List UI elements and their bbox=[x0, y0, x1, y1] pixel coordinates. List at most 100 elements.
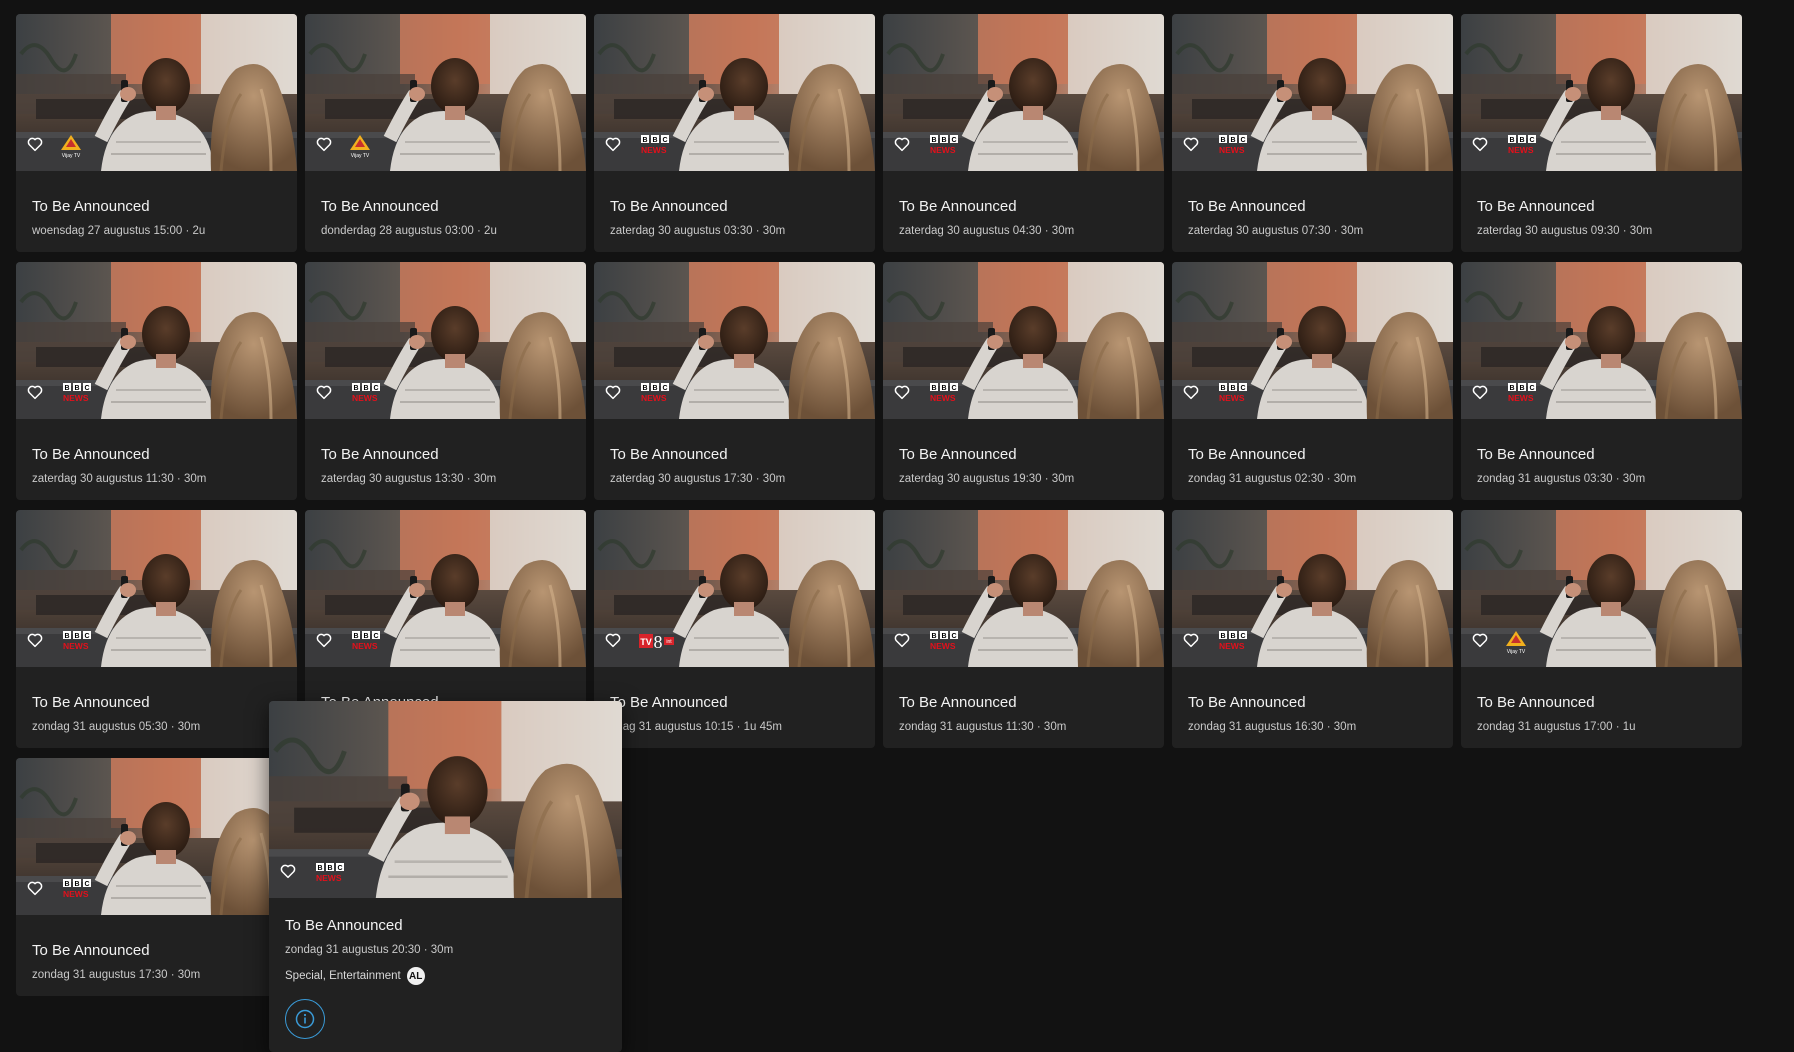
program-thumbnail: B B C NEWS bbox=[1461, 14, 1742, 171]
favorite-heart-icon[interactable] bbox=[604, 631, 622, 649]
program-datetime: zondag 31 augustus 17:30 · 30m bbox=[32, 969, 201, 981]
living-room-photo bbox=[1461, 262, 1742, 419]
bbc-news-logo: B B C NEWS bbox=[316, 863, 344, 883]
favorite-heart-icon[interactable] bbox=[279, 862, 297, 880]
program-datetime: zaterdag 30 augustus 03:30 · 30m bbox=[610, 225, 786, 237]
favorite-heart-icon[interactable] bbox=[604, 135, 622, 153]
program-thumbnail: B B C NEWS bbox=[883, 14, 1164, 171]
svg-text:NEWS: NEWS bbox=[1508, 393, 1534, 403]
living-room-photo bbox=[16, 14, 297, 171]
program-card[interactable]: B B C NEWS To Be Announced zondag 31 aug… bbox=[1172, 262, 1453, 500]
svg-text:Vijay TV: Vijay TV bbox=[351, 153, 370, 159]
favorite-heart-icon[interactable] bbox=[1182, 135, 1200, 153]
program-thumbnail: B B C NEWS bbox=[883, 262, 1164, 419]
program-card[interactable]: Vijay TV To Be Announced woensdag 27 aug… bbox=[16, 14, 297, 252]
bbc-news-logo: B B C NEWS bbox=[1508, 383, 1536, 403]
program-datetime: zondag 31 augustus 17:00 · 1u bbox=[1477, 721, 1636, 733]
favorite-heart-icon[interactable] bbox=[893, 135, 911, 153]
svg-text:NEWS: NEWS bbox=[930, 393, 956, 403]
program-card[interactable]: B B C NEWS To Be Announced zaterdag 30 a… bbox=[594, 262, 875, 500]
favorite-heart-icon[interactable] bbox=[315, 135, 333, 153]
program-card[interactable]: B B C NEWS To Be Announced zaterdag 30 a… bbox=[305, 262, 586, 500]
program-card[interactable]: TV 8 int To Be Announced ndag 31 augustu… bbox=[594, 510, 875, 748]
program-thumbnail: B B C NEWS bbox=[1172, 14, 1453, 171]
svg-text:NEWS: NEWS bbox=[930, 145, 956, 155]
program-card[interactable]: B B C NEWS To Be Announced zondag 31 aug… bbox=[16, 758, 297, 996]
favorite-heart-icon[interactable] bbox=[604, 383, 622, 401]
program-datetime: zaterdag 30 augustus 13:30 · 30m bbox=[321, 473, 497, 485]
vijay-tv-logo: Vijay TV bbox=[61, 135, 81, 159]
program-card[interactable]: B B C NEWS To Be Announced zondag 31 aug… bbox=[1461, 262, 1742, 500]
favorite-heart-icon[interactable] bbox=[26, 383, 44, 401]
program-datetime: zaterdag 30 augustus 07:30 · 30m bbox=[1188, 225, 1364, 237]
program-title: To Be Announced bbox=[1188, 446, 1306, 463]
svg-text:NEWS: NEWS bbox=[1219, 393, 1245, 403]
program-card[interactable]: B B C NEWS To Be Announced zaterdag 30 a… bbox=[883, 14, 1164, 252]
svg-text:int: int bbox=[666, 639, 672, 645]
favorite-heart-icon[interactable] bbox=[26, 879, 44, 897]
program-card[interactable]: B B C NEWS To Be Announced zondag 31 aug… bbox=[16, 510, 297, 748]
program-card[interactable]: B B C NEWS To Be Announced zondag 31 aug… bbox=[1172, 510, 1453, 748]
bbc-news-logo: B B C NEWS bbox=[930, 383, 958, 403]
favorite-heart-icon[interactable] bbox=[1182, 383, 1200, 401]
svg-text:NEWS: NEWS bbox=[316, 873, 342, 883]
svg-text:B: B bbox=[652, 137, 657, 144]
favorite-heart-icon[interactable] bbox=[26, 135, 44, 153]
favorite-heart-icon[interactable] bbox=[893, 631, 911, 649]
favorite-heart-icon[interactable] bbox=[1471, 631, 1489, 649]
program-card[interactable]: B B C NEWS To Be Announced zaterdag 30 a… bbox=[594, 14, 875, 252]
svg-text:B: B bbox=[1519, 385, 1524, 392]
program-thumbnail: B B C NEWS bbox=[883, 510, 1164, 667]
favorite-heart-icon[interactable] bbox=[26, 631, 44, 649]
program-title: To Be Announced bbox=[1188, 694, 1306, 711]
program-title: To Be Announced bbox=[610, 446, 728, 463]
svg-text:Vijay TV: Vijay TV bbox=[62, 153, 81, 159]
svg-text:NEWS: NEWS bbox=[352, 641, 378, 651]
svg-text:NEWS: NEWS bbox=[1219, 145, 1245, 155]
program-thumbnail: Vijay TV bbox=[1461, 510, 1742, 667]
program-card[interactable]: B B C NEWS To Be Announced zaterdag 30 a… bbox=[1461, 14, 1742, 252]
favorite-heart-icon[interactable] bbox=[1182, 631, 1200, 649]
program-genres: Special, Entertainment AL bbox=[285, 967, 425, 985]
bbc-news-logo: B B C NEWS bbox=[352, 383, 380, 403]
svg-text:8: 8 bbox=[654, 632, 663, 652]
program-title: To Be Announced bbox=[1188, 198, 1306, 215]
program-datetime: zaterdag 30 augustus 11:30 · 30m bbox=[32, 473, 207, 485]
living-room-photo bbox=[883, 510, 1164, 667]
program-datetime: zaterdag 30 augustus 17:30 · 30m bbox=[610, 473, 786, 485]
program-datetime: zondag 31 augustus 20:30 · 30m bbox=[285, 944, 454, 956]
svg-text:B: B bbox=[353, 633, 358, 640]
svg-text:B: B bbox=[64, 385, 69, 392]
program-title: To Be Announced bbox=[32, 942, 150, 959]
favorite-heart-icon[interactable] bbox=[893, 383, 911, 401]
program-card[interactable]: B B C NEWS To Be Announced zaterdag 30 a… bbox=[1172, 14, 1453, 252]
favorite-heart-icon[interactable] bbox=[315, 631, 333, 649]
hover-program-card[interactable]: B B C NEWS To Be Announced zondag 31 aug… bbox=[269, 701, 622, 1052]
favorite-heart-icon[interactable] bbox=[1471, 383, 1489, 401]
living-room-photo bbox=[883, 262, 1164, 419]
svg-text:NEWS: NEWS bbox=[352, 393, 378, 403]
favorite-heart-icon[interactable] bbox=[315, 383, 333, 401]
svg-text:C: C bbox=[84, 881, 89, 888]
bbc-news-logo: B B C NEWS bbox=[63, 383, 91, 403]
svg-text:B: B bbox=[363, 633, 368, 640]
living-room-photo bbox=[1461, 510, 1742, 667]
program-card[interactable]: Vijay TV To Be Announced donderdag 28 au… bbox=[305, 14, 586, 252]
living-room-photo bbox=[594, 262, 875, 419]
program-datetime: zaterdag 30 augustus 04:30 · 30m bbox=[899, 225, 1075, 237]
program-card[interactable]: Vijay TV To Be Announced zondag 31 augus… bbox=[1461, 510, 1742, 748]
svg-text:B: B bbox=[1509, 385, 1514, 392]
info-button[interactable] bbox=[285, 999, 325, 1039]
bbc-news-logo: B B C NEWS bbox=[641, 383, 669, 403]
favorite-heart-icon[interactable] bbox=[1471, 135, 1489, 153]
program-title: To Be Announced bbox=[1477, 694, 1595, 711]
program-datetime: zondag 31 augustus 05:30 · 30m bbox=[32, 721, 201, 733]
program-card[interactable]: B B C NEWS To Be Announced zaterdag 30 a… bbox=[883, 262, 1164, 500]
program-card[interactable]: B B C NEWS To Be Announced zaterdag 30 a… bbox=[16, 262, 297, 500]
svg-text:C: C bbox=[951, 385, 956, 392]
living-room-photo bbox=[16, 758, 297, 915]
svg-text:B: B bbox=[642, 385, 647, 392]
program-card[interactable]: B B C NEWS To Be Announced zondag 31 aug… bbox=[883, 510, 1164, 748]
living-room-photo bbox=[1461, 14, 1742, 171]
svg-text:B: B bbox=[327, 865, 332, 872]
